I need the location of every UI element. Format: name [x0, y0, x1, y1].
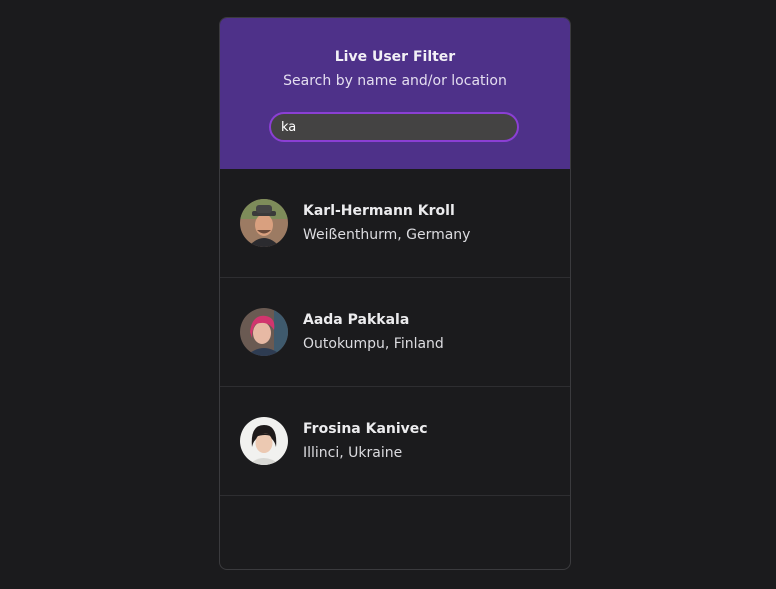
user-location: Outokumpu, Finland	[303, 336, 444, 352]
header-title: Live User Filter	[334, 49, 456, 65]
user-name: Aada Pakkala	[303, 312, 410, 328]
search-input[interactable]	[269, 112, 519, 142]
filter-header: Live User Filter Search by name and/or l…	[220, 18, 570, 169]
user-name: Karl-Hermann Kroll	[303, 203, 455, 219]
avatar	[240, 308, 288, 356]
user-name: Frosina Kanivec	[303, 421, 428, 437]
list-item: Frosina Kanivec Illinci, Ukraine	[220, 387, 570, 496]
list-item: Aada Pakkala Outokumpu, Finland	[220, 278, 570, 387]
user-location: Illinci, Ukraine	[303, 445, 403, 461]
user-location: Weißenthurm, Germany	[303, 227, 471, 243]
avatar	[240, 199, 288, 247]
avatar	[240, 417, 288, 465]
user-filter-card: Live User Filter Search by name and/or l…	[219, 17, 571, 570]
user-list: Karl-Hermann Kroll Weißenthurm, Germany …	[220, 169, 570, 496]
header-subtitle: Search by name and/or location	[283, 73, 507, 89]
list-item: Karl-Hermann Kroll Weißenthurm, Germany	[220, 169, 570, 278]
